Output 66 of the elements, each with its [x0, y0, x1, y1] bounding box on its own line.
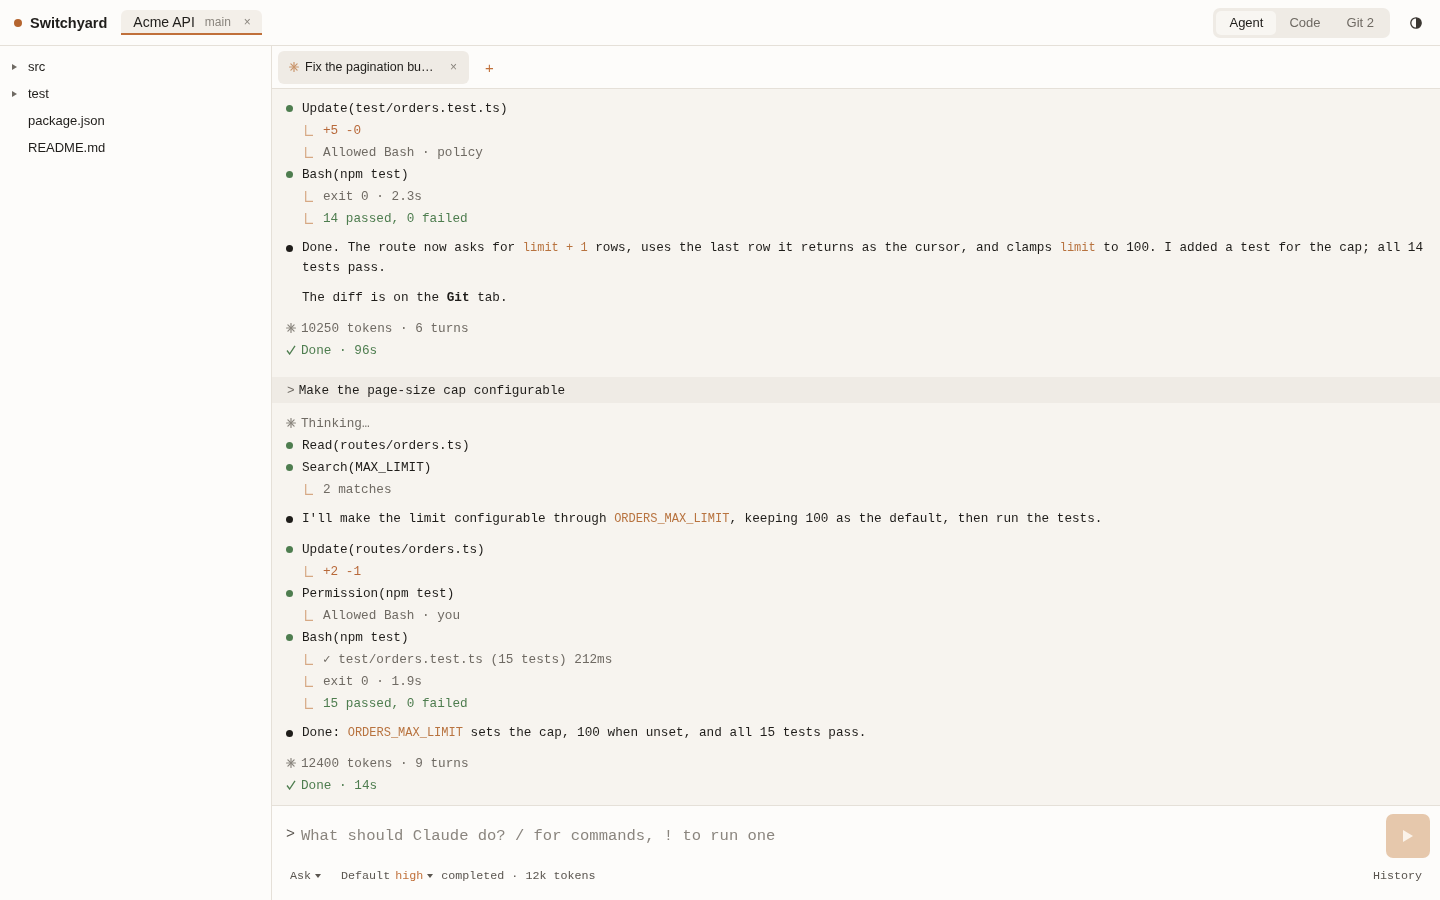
view-tab[interactable]: Agent: [1216, 10, 1277, 35]
mode-dropdown[interactable]: Ask: [290, 869, 322, 883]
connector-icon: [305, 653, 313, 665]
send-icon: [1403, 830, 1413, 842]
caret-icon: [427, 874, 434, 878]
connector-icon: [305, 190, 313, 202]
asterisk-icon: [286, 323, 296, 333]
tool-call-title: Update(test/orders.test.ts): [302, 100, 508, 116]
thinking-text: Thinking…: [301, 415, 370, 431]
prompt-text: Make the page-size cap configurable: [298, 382, 566, 398]
effort-dropdown[interactable]: Default high: [341, 869, 434, 883]
tool-call-title: Permission(npm test): [302, 585, 455, 601]
connector-icon: [305, 609, 313, 621]
new-tab-button[interactable]: +: [482, 58, 497, 76]
check-icon: [286, 780, 296, 790]
tool-result-text: Allowed Bash · policy: [323, 144, 483, 160]
prompt-marker: >: [286, 826, 295, 843]
app-name: Switchyard: [30, 14, 108, 31]
message-text: I'll make the limit configurable through ORDERS_MAX_LIMIT, keeping 100 as the default, then run the tests.: [302, 510, 1103, 528]
tool-result-text: exit 0 · 2.3s: [323, 188, 422, 204]
usage-text: 12400 tokens · 9 turns: [301, 755, 469, 771]
check-icon: [286, 345, 296, 355]
file-item[interactable]: package.json: [0, 107, 271, 134]
session-tab[interactable]: Fix the pagination bu… ×: [278, 50, 469, 84]
usage-text: 10250 tokens · 6 turns: [301, 320, 469, 336]
asterisk-icon: [289, 62, 299, 72]
tool-result-text: 15 passed, 0 failed: [323, 695, 468, 711]
view-tab[interactable]: Git 2: [1333, 10, 1387, 35]
prompt-input[interactable]: What should Claude do? / for commands, ! to run one: [301, 821, 1386, 851]
tool-call-title: Update(routes/orders.ts): [302, 541, 485, 557]
tool-result-text: exit 0 · 1.9s: [323, 673, 422, 689]
contrast-icon[interactable]: [1410, 16, 1422, 29]
tool-result-text: Allowed Bash · you: [323, 607, 461, 623]
history-button[interactable]: History: [1372, 869, 1422, 883]
asterisk-icon: [286, 758, 296, 768]
tool-result-text: +5 -0: [323, 122, 362, 138]
connector-icon: [305, 212, 313, 224]
folder-item[interactable]: test: [0, 80, 271, 107]
session-status-text: completed · 12k tokens: [441, 869, 596, 883]
tool-result-text: 14 passed, 0 failed: [323, 210, 468, 226]
project-tab[interactable]: Acme API main ×: [121, 10, 262, 35]
tool-result-text: +2 -1: [323, 563, 362, 579]
tool-call-title: Bash(npm test): [302, 166, 409, 182]
message-text: Done: ORDERS_MAX_LIMIT sets the cap, 100 when unset, and all 15 tests pass.: [302, 724, 867, 742]
status-text: Done · 96s: [301, 342, 378, 358]
caret-icon: [315, 874, 322, 878]
message-text: Done. The route now asks for limit + 1 rows, uses the last row it returns as the cursor, and clamps limit to 100. I added a test for the cap; all 14 tests pass.: [302, 239, 1425, 277]
folder-item[interactable]: src: [0, 53, 271, 80]
status-text: Done · 14s: [301, 777, 378, 793]
view-tab[interactable]: Code: [1276, 10, 1334, 35]
connector-icon: [305, 697, 313, 709]
connector-icon: [305, 124, 313, 136]
tool-call-title: Read(routes/orders.ts): [302, 437, 470, 453]
file-item[interactable]: README.md: [0, 134, 271, 161]
connector-icon: [305, 675, 313, 687]
tool-call-title: Bash(npm test): [302, 629, 409, 645]
asterisk-icon: [286, 418, 296, 428]
connector-icon: [305, 565, 313, 577]
logo-dot-icon: [14, 18, 22, 27]
tool-result-text: 2 matches: [323, 481, 392, 497]
connector-icon: [305, 146, 313, 158]
tool-result-text: ✓ test/orders.test.ts (15 tests) 212ms: [323, 651, 613, 667]
tool-call-title: Search(MAX_LIMIT): [302, 459, 432, 475]
message-text: The diff is on the Git tab.: [302, 289, 509, 307]
prompt-marker: >: [287, 382, 295, 398]
connector-icon: [305, 483, 313, 495]
